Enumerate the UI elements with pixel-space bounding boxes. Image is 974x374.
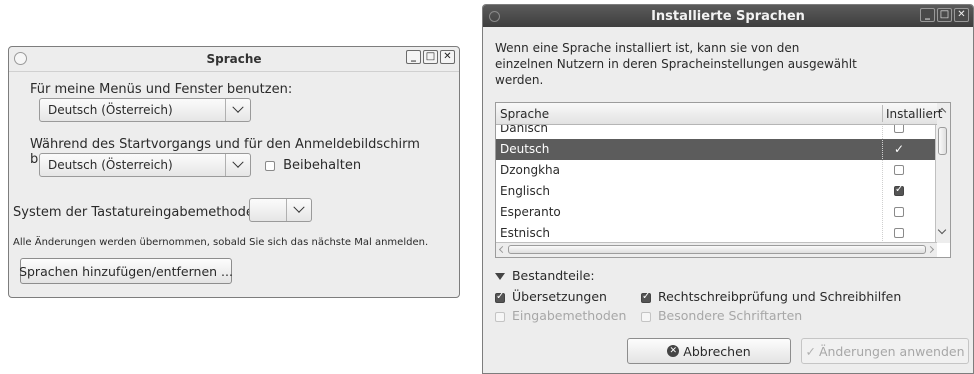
list-item[interactable]: Estnisch bbox=[496, 223, 937, 244]
list-item[interactable]: Deutsch ✓ bbox=[496, 139, 937, 160]
chevron-down-icon bbox=[225, 154, 250, 176]
language-list[interactable]: Sprache Installiert Dänisch Sprache Inst… bbox=[495, 102, 951, 258]
keep-checkbox[interactable] bbox=[265, 160, 275, 171]
window-menu-icon[interactable] bbox=[489, 11, 500, 22]
language-name: Englisch bbox=[500, 184, 550, 198]
special-fonts-label: Besondere Schriftarten bbox=[657, 308, 803, 323]
installed-checkbox[interactable] bbox=[894, 184, 904, 196]
installed-checkbox[interactable] bbox=[894, 207, 904, 217]
chevron-down-icon bbox=[225, 99, 250, 121]
startup-language-combo[interactable]: Deutsch (Österreich) bbox=[39, 153, 251, 177]
components-expander[interactable]: Bestandteile: bbox=[495, 268, 595, 283]
close-button[interactable]: ✕ bbox=[954, 8, 969, 22]
scroll-right-icon[interactable] bbox=[926, 245, 935, 254]
cancel-label: Abbrechen bbox=[683, 343, 751, 359]
cancel-button[interactable]: ✕ Abbrechen bbox=[627, 338, 791, 364]
input-method-label: System der Tastatureingabemethode: bbox=[13, 205, 259, 220]
apply-checkmark-icon: ✓ bbox=[805, 343, 816, 359]
component-special-fonts: Besondere Schriftarten bbox=[641, 308, 802, 323]
input-methods-checkbox bbox=[495, 311, 505, 322]
translations-checkbox[interactable] bbox=[495, 291, 505, 303]
column-divider bbox=[882, 105, 883, 122]
installed-languages-window: Installierte Sprachen _ □ ✕ Wenn eine Sp… bbox=[482, 4, 974, 374]
horizontal-scroll-thumb[interactable] bbox=[508, 245, 926, 254]
vertical-scrollbar[interactable] bbox=[935, 103, 950, 243]
installed-window-title: Installierte Sprachen bbox=[651, 8, 805, 24]
installed-description: Wenn eine Sprache installiert ist, kann … bbox=[495, 40, 857, 88]
installed-checkbox[interactable] bbox=[894, 228, 904, 238]
installed-titlebar[interactable]: Installierte Sprachen _ □ ✕ bbox=[483, 5, 973, 27]
maximize-button[interactable]: □ bbox=[423, 50, 438, 64]
components-label: Bestandteile: bbox=[511, 268, 595, 283]
list-item[interactable]: Dzongkha bbox=[496, 160, 937, 181]
add-remove-languages-button[interactable]: Sprachen hinzufügen/entfernen ... bbox=[19, 258, 233, 284]
column-header-installed: Installiert bbox=[886, 107, 943, 121]
startup-language-value: Deutsch (Österreich) bbox=[48, 158, 173, 172]
list-item[interactable]: Englisch bbox=[496, 181, 937, 202]
menus-language-combo[interactable]: Deutsch (Österreich) bbox=[39, 98, 251, 122]
language-name: Dzongkha bbox=[500, 163, 561, 177]
keep-option[interactable]: Beibehalten bbox=[265, 158, 361, 173]
spellcheck-checkbox[interactable] bbox=[641, 291, 651, 303]
horizontal-scrollbar[interactable] bbox=[496, 242, 937, 257]
input-method-combo[interactable] bbox=[249, 198, 312, 222]
component-translations[interactable]: Übersetzungen bbox=[495, 289, 607, 304]
expander-triangle-icon bbox=[495, 273, 505, 280]
sprache-titlebar[interactable]: Sprache _ □ ✕ bbox=[9, 47, 459, 72]
menus-label: Für meine Menüs und Fenster benutzen: bbox=[30, 82, 293, 97]
language-name: Estnisch bbox=[500, 226, 550, 240]
sprache-window: Sprache _ □ ✕ Für meine Menüs und Fenste… bbox=[8, 46, 460, 298]
input-methods-label: Eingabemethoden bbox=[511, 308, 627, 323]
scroll-left-icon[interactable] bbox=[498, 245, 507, 254]
menus-language-value: Deutsch (Österreich) bbox=[48, 103, 173, 117]
description-line-3: werden. bbox=[495, 73, 544, 87]
sprache-window-title: Sprache bbox=[206, 52, 262, 66]
chevron-down-icon bbox=[286, 199, 311, 221]
minimize-button[interactable]: _ bbox=[406, 50, 421, 64]
component-input-methods: Eingabemethoden bbox=[495, 308, 626, 323]
keep-label: Beibehalten bbox=[283, 158, 362, 173]
apply-label: Änderungen anwenden bbox=[818, 343, 965, 359]
special-fonts-checkbox bbox=[641, 311, 651, 322]
list-item[interactable]: Esperanto bbox=[496, 202, 937, 223]
close-button[interactable]: ✕ bbox=[440, 50, 455, 64]
translations-label: Übersetzungen bbox=[511, 289, 607, 304]
language-name: Esperanto bbox=[500, 205, 561, 219]
description-line-1: Wenn eine Sprache installiert ist, kann … bbox=[495, 41, 800, 55]
scroll-down-icon[interactable] bbox=[937, 225, 947, 235]
notice-text: Alle Änderungen werden übernommen, sobal… bbox=[13, 237, 429, 248]
maximize-button[interactable]: □ bbox=[937, 8, 952, 22]
minimize-button[interactable]: _ bbox=[920, 8, 935, 22]
vertical-scroll-thumb[interactable] bbox=[938, 127, 947, 155]
window-menu-icon[interactable] bbox=[14, 52, 27, 65]
cancel-icon: ✕ bbox=[667, 345, 680, 357]
language-name: Deutsch bbox=[500, 142, 550, 156]
installed-checkmark-icon[interactable]: ✓ bbox=[894, 142, 904, 156]
apply-changes-button: ✓ Änderungen anwenden bbox=[801, 338, 969, 364]
list-header-overlay: Sprache Installiert bbox=[496, 103, 942, 125]
description-line-2: einzelnen Nutzern in deren Spracheinstel… bbox=[495, 57, 857, 71]
spellcheck-label: Rechtschreibprüfung und Schreibhilfen bbox=[657, 289, 902, 304]
column-header-language: Sprache bbox=[500, 107, 550, 121]
component-spellcheck[interactable]: Rechtschreibprüfung und Schreibhilfen bbox=[641, 289, 901, 304]
installed-checkbox[interactable] bbox=[894, 165, 904, 175]
installed-column-guide bbox=[882, 124, 883, 243]
